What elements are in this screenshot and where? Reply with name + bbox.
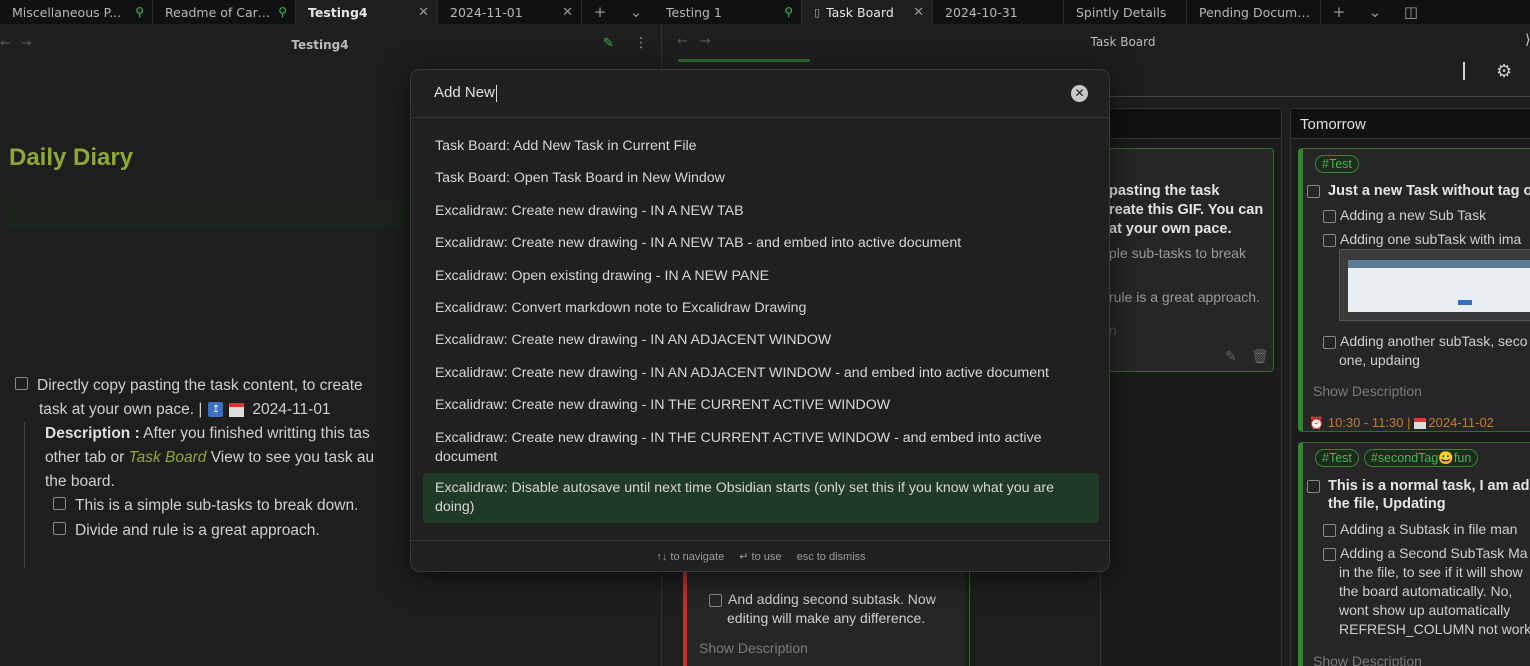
close-icon[interactable]: ✕ (418, 5, 429, 20)
tab-readme[interactable]: Readme of Card... ⚲ (153, 0, 296, 24)
edit-card-icon[interactable]: ✎ (1225, 347, 1237, 366)
screenshot-thumbnail[interactable] (1339, 249, 1530, 321)
emoji-icon: 😀 (1438, 451, 1454, 465)
tab-2024-10-31[interactable]: 2024-10-31 (933, 0, 1064, 24)
more-options-icon[interactable]: ⋮ (634, 35, 648, 51)
edit-icon[interactable]: ✎ (603, 36, 614, 51)
subtask-checkbox[interactable] (53, 497, 66, 511)
command-item[interactable]: Excalidraw: Convert markdown note to Exc… (423, 293, 1099, 325)
tab-spintly-details[interactable]: Spintly Details (1064, 0, 1187, 24)
board-tab-indicator (678, 59, 810, 62)
tab-testing-1[interactable]: Testing 1 ⚲ (654, 0, 802, 24)
task-line: task at your own pace. | ↥ 2024-11-01 (39, 401, 331, 418)
subtask-checkbox[interactable] (1323, 523, 1336, 537)
card-title: Just a new Task without tag or (1328, 183, 1530, 199)
gear-icon[interactable]: ⚙ (1496, 61, 1512, 82)
task-board-link[interactable]: Task Board (129, 449, 207, 466)
task-line: Directly copy pasting the task content, … (15, 374, 363, 398)
text-caret (495, 84, 497, 102)
pane-edge-icon[interactable]: ⟩ (1525, 32, 1530, 48)
command-list: Task Board: Add New Task in Current File… (423, 131, 1099, 523)
task-card[interactable]: #Test #secondTag😀fun This is a normal tas… (1298, 442, 1530, 666)
close-icon[interactable]: ✕ (913, 5, 924, 20)
new-tab-icon[interactable]: + (1321, 0, 1357, 24)
command-item[interactable]: Excalidraw: Create new drawing - IN THE … (423, 390, 1099, 422)
document-icon: ▯ (814, 5, 821, 19)
tab-miscellaneous[interactable]: Miscellaneous P... ⚲ (0, 0, 153, 24)
calendar-icon (1414, 417, 1427, 429)
alarm-clock-icon: ⏰ (1309, 416, 1324, 430)
chevron-down-icon[interactable]: ⌄ (618, 0, 654, 24)
card-title: This is a normal task, I am add (1328, 478, 1530, 494)
task-checkbox[interactable] (15, 377, 28, 391)
show-description-link[interactable]: Show Description (699, 639, 808, 658)
calendar-icon (229, 402, 245, 417)
command-search-input[interactable]: Add New (434, 84, 1054, 102)
priority-icon: ↥ (208, 402, 224, 418)
chevron-down-icon[interactable]: ⌄ (1357, 0, 1393, 24)
task-card[interactable]: #Test Just a new Task without tag or Add… (1298, 148, 1530, 432)
task-checkbox[interactable] (1307, 184, 1320, 198)
tab-task-board[interactable]: ▯ Task Board ✕ (802, 0, 933, 24)
tag-badge[interactable]: #Test (1315, 449, 1359, 467)
delete-card-icon[interactable]: 🗑 (1251, 347, 1269, 366)
subtask-item: Divide and rule is a great approach. (45, 519, 414, 544)
command-item[interactable]: Task Board: Open Task Board in New Windo… (423, 163, 1099, 195)
tab-2024-11-01[interactable]: 2024-11-01 ✕ (438, 0, 582, 24)
show-description-link[interactable]: Show Description (1313, 652, 1422, 666)
diary-heading: Daily Diary (9, 144, 134, 171)
tab-testing4[interactable]: Testing4 ✕ (296, 0, 438, 24)
command-item[interactable]: Excalidraw: Create new drawing - IN THE … (423, 423, 1099, 473)
subtask-item: This is a simple sub-tasks to break down… (45, 494, 414, 519)
description-label: Description : (45, 425, 140, 442)
task-date: 2024-11-01 (252, 401, 331, 418)
command-item[interactable]: Excalidraw: Create new drawing - IN A NE… (423, 196, 1099, 228)
command-item[interactable]: Excalidraw: Open existing drawing - IN A… (423, 261, 1099, 293)
tab-pending-documents[interactable]: Pending Documen... (1187, 0, 1321, 24)
new-tab-icon[interactable]: + (582, 0, 618, 24)
palette-footer: ↑↓ to navigate ↵ to use esc to dismiss (411, 540, 1109, 571)
command-item-selected[interactable]: Excalidraw: Disable autosave until next … (423, 472, 1099, 523)
use-hint: ↵ to use (739, 551, 782, 563)
tag-badge[interactable]: #secondTag😀fun (1363, 449, 1479, 467)
subtask-checkbox[interactable] (709, 593, 722, 607)
column-header (1101, 109, 1281, 139)
sidebar-toggle-icon[interactable]: ◫ (1393, 0, 1429, 24)
palette-input-row: Add New ✕ (411, 70, 1109, 118)
note-title: Testing4 (291, 38, 349, 52)
tag-badge[interactable]: #Test (1315, 155, 1359, 173)
command-item[interactable]: Task Board: Add New Task in Current File (423, 131, 1099, 163)
pin-icon[interactable]: ⚲ (784, 5, 793, 19)
subtask-checkbox[interactable] (1323, 335, 1336, 349)
tab-bar: Miscellaneous P... ⚲ Readme of Card... ⚲ T… (0, 0, 1530, 24)
toolbar-separator (1463, 62, 1465, 80)
subtask-checkbox[interactable] (1323, 209, 1336, 223)
dismiss-hint: esc to dismiss (796, 551, 866, 563)
left-pane-header: ← → Testing4 ✎ ⋮ (0, 24, 661, 64)
highlight-band (6, 202, 406, 228)
pin-icon[interactable]: ⚲ (278, 5, 287, 19)
clear-search-icon[interactable]: ✕ (1071, 85, 1088, 102)
subtask-checkbox[interactable] (1323, 547, 1336, 561)
task-card[interactable]: pasting the task reate this GIF. You can… (1100, 148, 1274, 372)
pin-icon[interactable]: ⚲ (135, 5, 144, 19)
command-item[interactable]: Excalidraw: Create new drawing - IN AN A… (423, 358, 1099, 390)
description-block: Description : After you finished writtin… (24, 422, 414, 568)
command-item[interactable]: Excalidraw: Create new drawing - IN A NE… (423, 228, 1099, 260)
task-checkbox[interactable] (1307, 479, 1320, 493)
subtask-checkbox[interactable] (53, 522, 66, 536)
command-item[interactable]: Excalidraw: Create new drawing - IN AN A… (423, 325, 1099, 357)
command-palette: Add New ✕ Task Board: Add New Task in Cu… (410, 69, 1110, 572)
subtask-checkbox[interactable] (1323, 233, 1336, 247)
close-icon[interactable]: ✕ (562, 5, 573, 20)
board-title: Task Board (1090, 35, 1156, 49)
column-header: Tomorrow (1291, 109, 1530, 139)
show-description-link[interactable]: Show Description (1313, 382, 1422, 401)
navigate-hint: ↑↓ to navigate (656, 551, 725, 563)
